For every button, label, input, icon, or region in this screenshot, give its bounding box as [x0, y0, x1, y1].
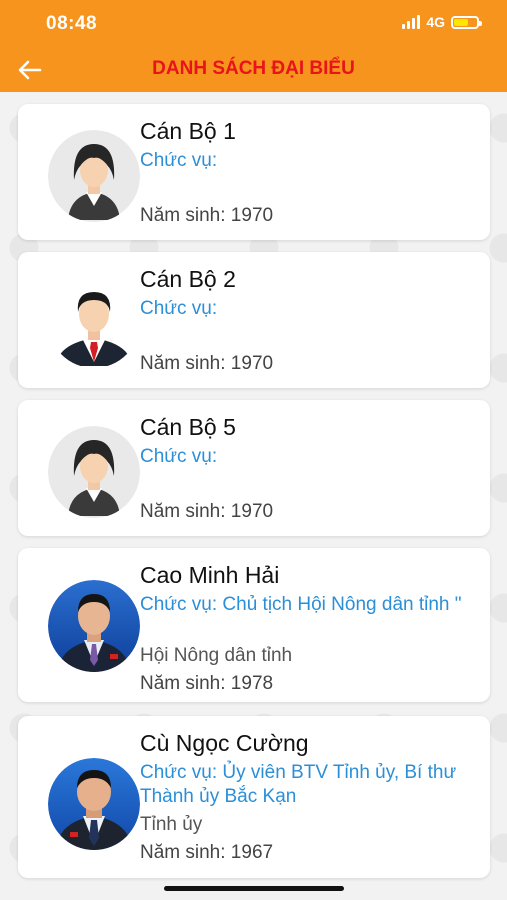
- delegate-birth-year: Năm sinh: 1970: [140, 353, 274, 374]
- delegate-name: Cán Bộ 2: [140, 266, 236, 292]
- delegate-role: Chức vụ:: [140, 298, 218, 319]
- delegate-role: Chức vụ:: [140, 150, 218, 171]
- delegate-birth-year: Năm sinh: 1978: [140, 673, 274, 694]
- network-type: 4G: [426, 14, 445, 30]
- delegate-card[interactable]: Cán Bộ 5 Chức vụ: Năm sinh: 1970: [18, 400, 490, 536]
- delegate-list[interactable]: Cán Bộ 1 Chức vụ: Năm sinh: 1970 Cán Bộ …: [0, 92, 507, 900]
- app-header: 08:48 4G DANH SÁCH ĐẠI BIỂU: [0, 0, 507, 92]
- delegate-card[interactable]: Cán Bộ 2 Chức vụ: Năm sinh: 1970: [18, 252, 490, 388]
- male-avatar-icon: [48, 276, 140, 368]
- delegate-role: Chức vụ:: [140, 446, 218, 467]
- delegate-name: Cù Ngọc Cường: [140, 730, 309, 756]
- delegate-birth-year: Năm sinh: 1967: [140, 842, 274, 863]
- delegate-name: Cán Bộ 5: [140, 414, 236, 440]
- female-avatar-icon: [48, 130, 140, 222]
- status-icons: 4G: [402, 14, 482, 30]
- delegate-card[interactable]: Cán Bộ 1 Chức vụ: Năm sinh: 1970: [18, 104, 490, 240]
- delegate-organization: Hội Nông dân tỉnh: [140, 645, 293, 666]
- delegate-name: Cao Minh Hải: [140, 562, 280, 588]
- delegate-organization: Tỉnh ủy: [140, 814, 203, 835]
- battery-icon: [451, 15, 482, 29]
- female-avatar-icon: [48, 426, 140, 518]
- delegate-birth-year: Năm sinh: 1970: [140, 501, 274, 522]
- delegate-role: Chức vụ: Ủy viên BTV Tỉnh ủy, Bí thư Thà…: [140, 762, 457, 807]
- home-indicator[interactable]: [164, 886, 344, 891]
- page-title: DANH SÁCH ĐẠI BIỂU: [152, 58, 355, 79]
- delegate-card[interactable]: Cao Minh Hải Chức vụ: Chủ tịch Hội Nông …: [18, 548, 490, 702]
- status-time: 08:48: [46, 13, 98, 34]
- portrait-photo-icon: [48, 758, 140, 850]
- signal-icon: [402, 15, 421, 29]
- portrait-photo-icon: [48, 580, 140, 672]
- delegate-role: Chức vụ: Chủ tịch Hội Nông dân tỉnh ": [140, 594, 462, 615]
- delegate-card[interactable]: Cù Ngọc Cường Chức vụ: Ủy viên BTV Tỉnh …: [18, 716, 490, 878]
- delegate-name: Cán Bộ 1: [140, 118, 236, 144]
- delegate-birth-year: Năm sinh: 1970: [140, 205, 274, 226]
